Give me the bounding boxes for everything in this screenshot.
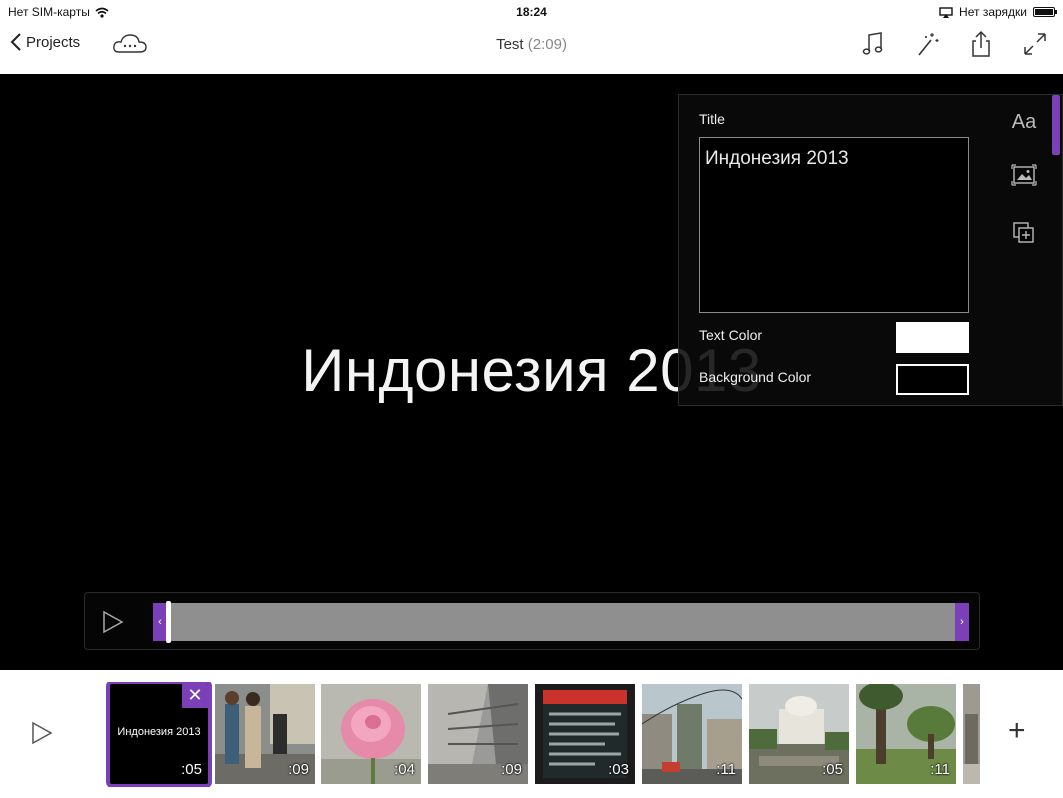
image-layout-button[interactable] (1011, 164, 1037, 191)
clip-photo[interactable]: :05 (749, 684, 849, 784)
charging-label: Нет зарядки (959, 5, 1027, 19)
clip-duration: :05 (822, 761, 843, 778)
trim-track[interactable]: ‹ › (153, 601, 969, 643)
scrubber-bar: ‹ › (84, 592, 980, 650)
share-button[interactable] (967, 30, 995, 58)
title-label: Title (699, 111, 725, 127)
music-note-icon (862, 32, 883, 55)
text-color-swatch[interactable] (896, 322, 969, 353)
clip-duration: :04 (394, 761, 415, 778)
clip-photo-partial[interactable] (963, 684, 980, 784)
add-clip-button[interactable]: + (1008, 714, 1026, 748)
background-color-label: Background Color (699, 369, 812, 385)
clip-photo[interactable]: :11 (642, 684, 742, 784)
status-right: Нет зарядки (939, 5, 1057, 19)
share-icon (972, 30, 990, 57)
theme-button[interactable] (913, 30, 941, 58)
font-style-button[interactable]: Aa (1012, 111, 1036, 134)
status-bar: Нет SIM-карты 18:24 Нет зарядки (0, 0, 1063, 24)
clip-photo[interactable]: :04 (321, 684, 421, 784)
clip-photo[interactable]: :09 (428, 684, 528, 784)
clip-duration: :09 (501, 761, 522, 778)
battery-icon (1033, 7, 1057, 17)
project-name: Test (496, 36, 524, 53)
panel-tools: Aa (1011, 111, 1037, 250)
project-duration: (2:09) (527, 36, 567, 53)
image-frame-icon (1011, 164, 1037, 186)
text-color-label: Text Color (699, 327, 763, 343)
clip-photo[interactable]: :09 (215, 684, 315, 784)
music-button[interactable] (859, 30, 887, 58)
panel-scroll-indicator[interactable] (1052, 95, 1060, 155)
timeline: Индонезия 2013 ✕ :05 :09:04:09:03:11… (0, 670, 1063, 798)
trim-handle-right[interactable]: › (955, 603, 969, 641)
clip-duration: :05 (181, 761, 202, 778)
close-icon[interactable]: ✕ (182, 684, 208, 708)
play-icon[interactable] (101, 609, 125, 635)
duplicate-icon (1013, 222, 1034, 243)
nav-bar: Projects Test (2:09) (0, 24, 1063, 74)
clip-duration: :09 (288, 761, 309, 778)
clip-thumbnail (963, 684, 980, 784)
clip-title-text: Индонезия 2013 (117, 726, 201, 738)
clip-title-card[interactable]: Индонезия 2013 ✕ :05 (106, 682, 212, 787)
expand-icon (1024, 33, 1046, 55)
clip-photo[interactable]: :03 (535, 684, 635, 784)
magic-wand-icon (918, 33, 939, 56)
nav-actions (859, 30, 1049, 58)
title-edit-panel: Title Text Color Background Color Aa (678, 94, 1063, 406)
clip-photo[interactable]: :11 (856, 684, 956, 784)
clip-duration: :11 (930, 761, 950, 778)
airplay-icon (939, 6, 953, 18)
fullscreen-button[interactable] (1021, 30, 1049, 58)
playhead[interactable] (166, 601, 171, 643)
status-time: 18:24 (516, 5, 547, 19)
clip-strip: Индонезия 2013 ✕ :05 :09:04:09:03:11… (106, 682, 980, 787)
timeline-play-icon[interactable] (30, 720, 54, 746)
clip-duration: :11 (716, 761, 736, 778)
duplicate-button[interactable] (1012, 221, 1036, 250)
trim-handle-left[interactable]: ‹ (153, 603, 167, 641)
title-input[interactable] (699, 137, 969, 313)
clip-duration: :03 (608, 761, 629, 778)
background-color-swatch[interactable] (896, 364, 969, 395)
